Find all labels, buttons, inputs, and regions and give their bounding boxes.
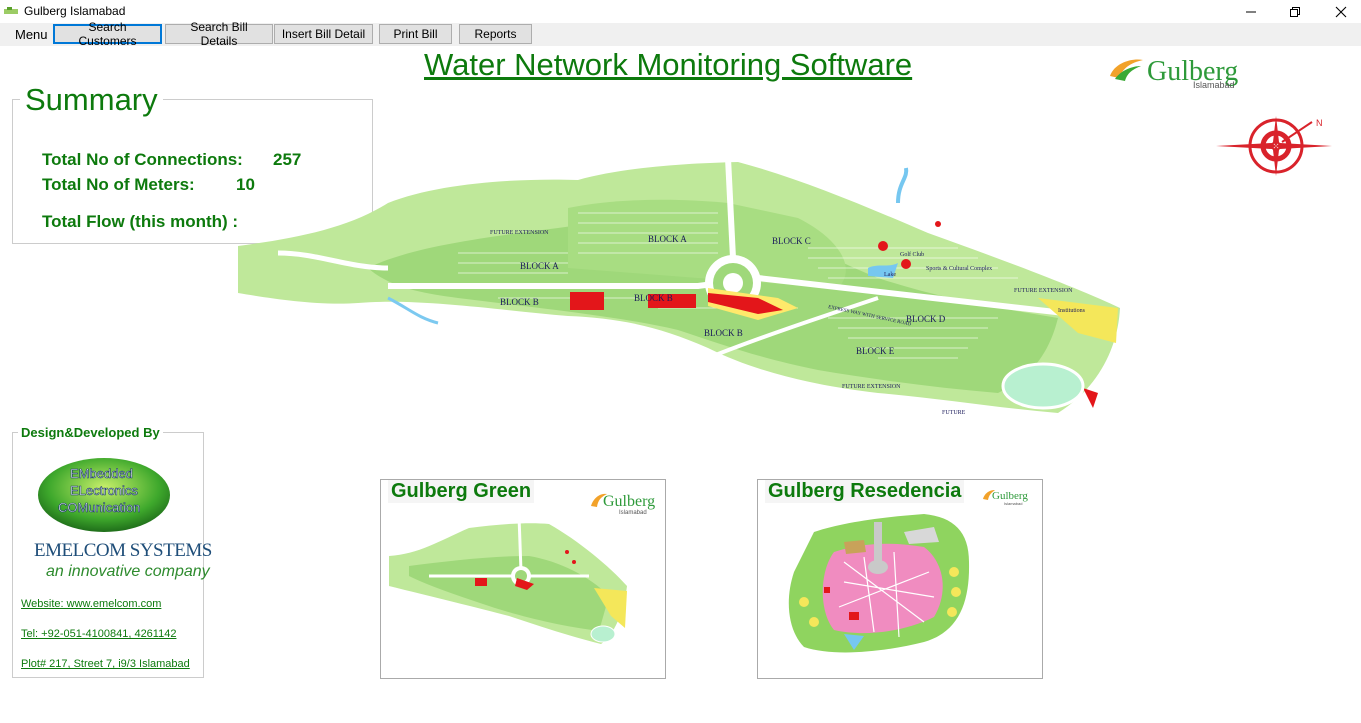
- flow-label: Total Flow (this month) :: [42, 212, 239, 231]
- svg-text:Institutions: Institutions: [1058, 308, 1086, 314]
- svg-text:FUTURE: FUTURE: [942, 410, 966, 416]
- developer-title: Design&Developed By: [18, 425, 163, 440]
- gulberg-logo-small: Gulberg Islamabad: [983, 490, 1028, 506]
- svg-text:Gulberg: Gulberg: [603, 493, 655, 510]
- svg-text:Golf Club: Golf Club: [900, 251, 924, 258]
- close-icon: [1335, 6, 1347, 17]
- emelcom-logo: EMbedded ELectronics COMunication: [38, 458, 170, 532]
- gulberg-resedencia-map: [788, 514, 970, 653]
- svg-text:Islamabad: Islamabad: [1004, 501, 1022, 506]
- svg-text:BLOCK B: BLOCK B: [634, 293, 673, 303]
- svg-text:ELectronics: ELectronics: [70, 483, 138, 498]
- svg-text:BLOCK B: BLOCK B: [704, 328, 743, 338]
- card-title: Gulberg Green: [388, 480, 535, 503]
- restore-icon: [1290, 6, 1300, 17]
- svg-text:FUTURE EXTENSION: FUTURE EXTENSION: [842, 384, 901, 390]
- svg-text:BLOCK B: BLOCK B: [500, 297, 539, 307]
- gulberg-logo: Gulberg Islamabad: [1110, 56, 1238, 90]
- svg-text:BLOCK A: BLOCK A: [520, 261, 559, 271]
- site-map[interactable]: BLOCK A BLOCK A BLOCK B BLOCK B BLOCK B …: [238, 158, 1122, 418]
- svg-text:BLOCK D: BLOCK D: [906, 314, 946, 324]
- gulberg-green-map: [389, 516, 627, 644]
- company-name: EMELCOM SYSTEMS: [34, 540, 212, 561]
- close-button[interactable]: [1318, 0, 1361, 23]
- gulberg-logo-small: Gulberg Islamabad: [591, 493, 655, 516]
- company-tagline: an innovative company: [46, 563, 210, 580]
- gulberg-green-card[interactable]: Gulberg Green Gulberg Islamabad: [380, 479, 666, 679]
- phone-link[interactable]: Tel: +92-051-4100841, 4261142: [21, 628, 176, 640]
- window-title: Gulberg Islamabad: [24, 4, 126, 18]
- reports-button[interactable]: Reports: [459, 24, 532, 44]
- summary-title: Summary: [20, 82, 163, 118]
- svg-text:BLOCK E: BLOCK E: [856, 346, 895, 356]
- svg-text:N: N: [1316, 118, 1323, 128]
- svg-text:FUTURE EXTENSION: FUTURE EXTENSION: [1014, 288, 1073, 294]
- restore-button[interactable]: [1272, 0, 1318, 23]
- minimize-icon: [1246, 11, 1256, 12]
- svg-text:EMbedded: EMbedded: [70, 466, 133, 481]
- svg-text:BLOCK C: BLOCK C: [772, 236, 811, 246]
- svg-text:Sports & Cultural Complex: Sports & Cultural Complex: [926, 266, 992, 272]
- search-customers-button[interactable]: Search Customers: [53, 20, 162, 48]
- gulberg-logo-subtext: Islamabad: [1193, 80, 1235, 90]
- search-bill-details-button[interactable]: Search Bill Details: [165, 20, 273, 48]
- address-link[interactable]: Plot# 217, Street 7, i9/3 Islamabad: [21, 658, 190, 670]
- compass-icon: N: [1216, 116, 1332, 176]
- website-link[interactable]: Website: www.emelcom.com: [21, 598, 161, 610]
- insert-bill-detail-button[interactable]: Insert Bill Detail: [274, 24, 373, 44]
- menu-item-menu[interactable]: Menu: [15, 27, 48, 42]
- svg-text:BLOCK A: BLOCK A: [648, 234, 687, 244]
- page-title: Water Network Monitoring Software: [424, 47, 913, 82]
- gulberg-resedencia-card[interactable]: Gulberg Resedencia Gulberg Islamabad: [757, 479, 1043, 679]
- minimize-button[interactable]: [1228, 0, 1274, 23]
- card-title: Gulberg Resedencia: [765, 480, 965, 503]
- meters-label: Total No of Meters:: [42, 175, 195, 194]
- print-bill-button[interactable]: Print Bill: [379, 24, 452, 44]
- svg-text:Lake: Lake: [884, 272, 896, 278]
- svg-text:FUTURE EXTENSION: FUTURE EXTENSION: [490, 230, 549, 236]
- app-icon: [4, 7, 18, 14]
- svg-text:COMunication: COMunication: [58, 500, 140, 515]
- connections-label: Total No of Connections:: [42, 150, 243, 169]
